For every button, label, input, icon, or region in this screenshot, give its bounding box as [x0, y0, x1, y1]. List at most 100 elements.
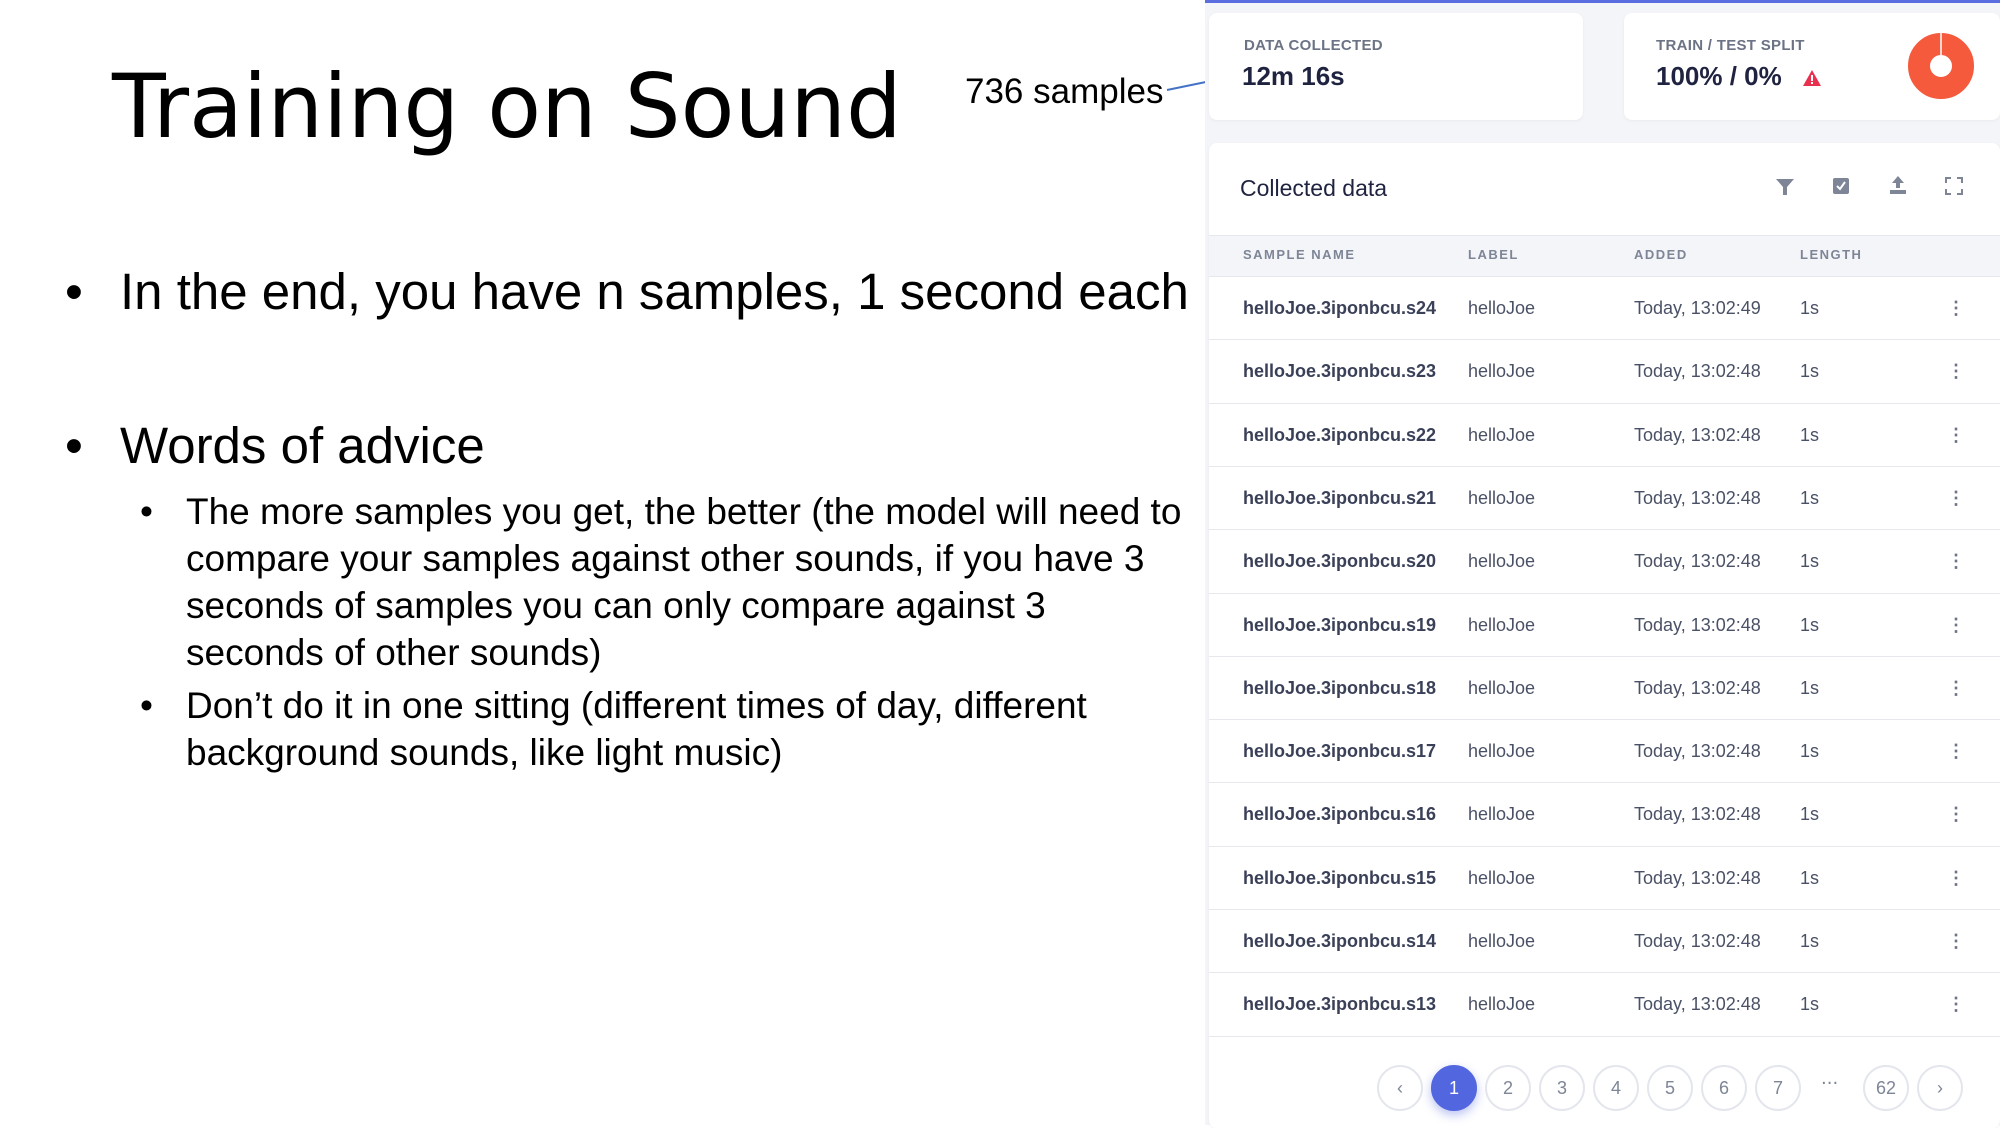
page-button-1[interactable]: 1 — [1431, 1065, 1477, 1111]
sample-name[interactable]: helloJoe.3iponbcu.s17 — [1243, 741, 1436, 762]
row-menu-icon[interactable]: ⋮ — [1947, 741, 1965, 762]
table-row[interactable]: helloJoe.3iponbcu.s23 helloJoe Today, 13:0… — [1209, 339, 2000, 403]
bullet-1: • In the end, you have n samples, 1 secon… — [65, 263, 1189, 320]
sample-name[interactable]: helloJoe.3iponbcu.s21 — [1243, 488, 1436, 509]
sample-label: helloJoe — [1468, 551, 1536, 572]
sub-bullet-2: • Don’t do it in one sitting (different t… — [140, 685, 1087, 773]
header-added[interactable]: ADDED — [1634, 247, 1688, 262]
split-value: 100% / 0% — [1656, 61, 1782, 91]
sample-length: 1s — [1800, 487, 1820, 508]
pagination-ellipsis: ··· — [1821, 1073, 1839, 1094]
table-row[interactable]: helloJoe.3iponbcu.s14 helloJoe Today, 13:0… — [1209, 909, 2000, 972]
sample-length: 1s — [1800, 298, 1820, 318]
sample-added: Today, 13:02:48 — [1634, 931, 1761, 951]
row-menu-icon[interactable]: ⋮ — [1947, 868, 1965, 889]
sample-label: helloJoe — [1468, 298, 1536, 318]
train-test-split-card: TRAIN / TEST SPLIT 100% / 0% — [1624, 13, 2000, 120]
page-button-3[interactable]: 3 — [1539, 1065, 1585, 1111]
prev-page-button[interactable]: ‹ — [1377, 1065, 1423, 1111]
table-row[interactable]: helloJoe.3iponbcu.s20 helloJoe Today, 13:0… — [1209, 529, 2000, 593]
sample-length: 1s — [1800, 361, 1820, 382]
row-menu-icon[interactable]: ⋮ — [1947, 931, 1965, 952]
table-row[interactable]: helloJoe.3iponbcu.s21 helloJoe Today, 13:0… — [1209, 465, 2000, 529]
sample-name[interactable]: helloJoe.3iponbcu.s24 — [1243, 298, 1436, 319]
row-menu-icon[interactable]: ⋮ — [1947, 678, 1965, 699]
sample-label: helloJoe — [1468, 867, 1536, 888]
sample-length: 1s — [1800, 424, 1820, 445]
sample-name[interactable]: helloJoe.3iponbcu.s18 — [1243, 678, 1436, 699]
table-row[interactable]: helloJoe.3iponbcu.s17 helloJoe Today, 13:0… — [1209, 719, 2000, 783]
page-button-7[interactable]: 7 — [1755, 1065, 1801, 1111]
page-button-last[interactable]: 62 — [1863, 1065, 1909, 1111]
filter-icon[interactable] — [1775, 177, 1795, 197]
sample-name[interactable]: helloJoe.3iponbcu.s23 — [1243, 361, 1436, 382]
sample-added: Today, 13:02:48 — [1634, 677, 1761, 698]
sample-name[interactable]: helloJoe.3iponbcu.s13 — [1243, 994, 1436, 1015]
sample-name[interactable]: helloJoe.3iponbcu.s22 — [1243, 425, 1436, 446]
row-menu-icon[interactable]: ⋮ — [1947, 994, 1965, 1015]
sample-label: helloJoe — [1468, 931, 1536, 951]
sample-length: 1s — [1800, 804, 1820, 825]
row-menu-icon[interactable]: ⋮ — [1947, 804, 1965, 825]
sample-label: helloJoe — [1468, 741, 1536, 762]
sample-length: 1s — [1800, 677, 1820, 698]
sample-length: 1s — [1800, 551, 1820, 572]
table-row[interactable]: helloJoe.3iponbcu.s22 helloJoe Today, 13:0… — [1209, 402, 2000, 466]
upload-icon[interactable] — [1888, 175, 1908, 195]
sample-name[interactable]: helloJoe.3iponbcu.s15 — [1243, 868, 1436, 889]
table-row[interactable]: helloJoe.3iponbcu.s18 helloJoe Today, 13:0… — [1209, 655, 2000, 719]
sample-label: helloJoe — [1468, 994, 1536, 1015]
header-label[interactable]: LABEL — [1468, 247, 1519, 262]
sample-added: Today, 13:02:49 — [1634, 298, 1761, 318]
sample-name[interactable]: helloJoe.3iponbcu.s20 — [1243, 551, 1436, 572]
sample-added: Today, 13:02:48 — [1634, 361, 1761, 382]
data-collected-label: DATA COLLECTED — [1244, 37, 1383, 54]
sample-length: 1s — [1800, 741, 1820, 762]
sample-added: Today, 13:02:48 — [1634, 741, 1761, 762]
next-page-button[interactable]: › — [1917, 1065, 1963, 1111]
sample-label: helloJoe — [1468, 487, 1536, 508]
samples-annotation: 736 samples — [965, 72, 1164, 111]
page-button-6[interactable]: 6 — [1701, 1065, 1747, 1111]
sample-added: Today, 13:02:48 — [1634, 614, 1761, 635]
sample-added: Today, 13:02:48 — [1634, 551, 1761, 572]
split-donut-chart — [1908, 33, 1974, 99]
sample-name[interactable]: helloJoe.3iponbcu.s16 — [1243, 804, 1436, 825]
table-row[interactable]: helloJoe.3iponbcu.s19 helloJoe Today, 13:0… — [1209, 592, 2000, 656]
sample-name[interactable]: helloJoe.3iponbcu.s14 — [1243, 931, 1436, 952]
fullscreen-icon[interactable] — [1945, 177, 1963, 195]
sample-label: helloJoe — [1468, 361, 1536, 382]
sample-length: 1s — [1800, 931, 1820, 951]
page-button-2[interactable]: 2 — [1485, 1065, 1531, 1111]
warning-icon — [1803, 70, 1821, 86]
collected-data-title: Collected data — [1240, 175, 1388, 201]
sample-label: helloJoe — [1468, 804, 1536, 825]
sample-added: Today, 13:02:48 — [1634, 867, 1761, 888]
sample-added: Today, 13:02:48 — [1634, 424, 1761, 445]
data-panel: DATA COLLECTED 12m 16s TRAIN / TEST SPLI… — [1205, 0, 2000, 1128]
table-row[interactable]: helloJoe.3iponbcu.s24 helloJoe Today, 13:0… — [1209, 276, 2000, 339]
row-menu-icon[interactable]: ⋮ — [1947, 361, 1965, 382]
sample-length: 1s — [1800, 614, 1820, 635]
sample-length: 1s — [1800, 994, 1820, 1015]
row-menu-icon[interactable]: ⋮ — [1947, 488, 1965, 509]
data-collected-card: DATA COLLECTED 12m 16s — [1209, 13, 1583, 120]
row-menu-icon[interactable]: ⋮ — [1947, 298, 1965, 319]
header-sample-name[interactable]: SAMPLE NAME — [1243, 247, 1356, 262]
sample-name[interactable]: helloJoe.3iponbcu.s19 — [1243, 615, 1436, 636]
table-row[interactable]: helloJoe.3iponbcu.s13 helloJoe Today, 13:0… — [1209, 972, 2000, 1036]
sample-added: Today, 13:02:48 — [1634, 994, 1761, 1015]
table-row[interactable]: helloJoe.3iponbcu.s16 helloJoe Today, 13:0… — [1209, 782, 2000, 846]
sample-label: helloJoe — [1468, 614, 1536, 635]
row-menu-icon[interactable]: ⋮ — [1947, 615, 1965, 636]
row-menu-icon[interactable]: ⋮ — [1947, 551, 1965, 572]
header-length[interactable]: LENGTH — [1800, 247, 1862, 262]
sample-added: Today, 13:02:48 — [1634, 487, 1761, 508]
row-menu-icon[interactable]: ⋮ — [1947, 425, 1965, 446]
page-button-5[interactable]: 5 — [1647, 1065, 1693, 1111]
split-label: TRAIN / TEST SPLIT — [1656, 37, 1805, 54]
table-row[interactable]: helloJoe.3iponbcu.s15 helloJoe Today, 13:0… — [1209, 845, 2000, 909]
select-checkbox-icon[interactable] — [1832, 177, 1850, 195]
page-button-4[interactable]: 4 — [1593, 1065, 1639, 1111]
bullet-2: • Words of advice — [65, 417, 485, 474]
